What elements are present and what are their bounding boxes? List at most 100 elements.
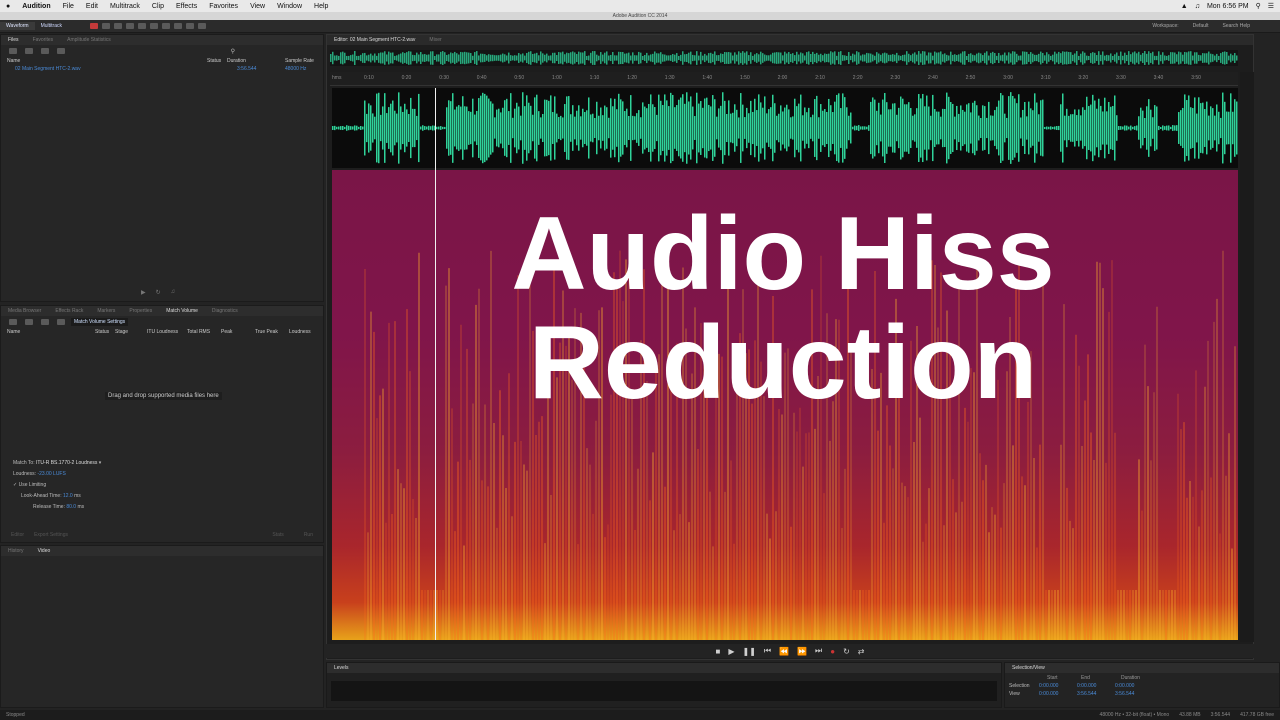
menu-help[interactable]: Help: [308, 3, 334, 10]
workspace-select[interactable]: Default: [1193, 23, 1209, 29]
overview-waveform[interactable]: [330, 50, 1238, 66]
sv-selection-start[interactable]: 0:00.000: [1039, 683, 1077, 689]
pause-icon[interactable]: ❚❚: [743, 647, 756, 656]
marquee-tool-icon[interactable]: [162, 23, 171, 29]
file-row[interactable]: 02 Main Segment HTC-2.wav 3:56.544 48000…: [1, 65, 323, 73]
time-ruler[interactable]: hms 0:10 0:20 0:30 0:40 0:50 1:00 1:10 1:20 1:30…: [330, 72, 1238, 86]
col-mv-peak[interactable]: Peak: [221, 329, 255, 335]
col-mv-itu-loudness[interactable]: ITU Loudness: [147, 329, 187, 335]
loop-icon[interactable]: ↻: [843, 647, 850, 656]
tab-files[interactable]: Files: [1, 37, 26, 43]
tab-favorites[interactable]: Favorites: [26, 37, 61, 43]
tab-levels[interactable]: Levels: [327, 665, 355, 671]
col-mv-true-peak[interactable]: True Peak: [255, 329, 289, 335]
tab-history[interactable]: History: [1, 548, 31, 554]
remove-files-icon[interactable]: [25, 319, 33, 325]
col-mv-stage[interactable]: Stage: [115, 329, 147, 335]
col-sample-rate[interactable]: Sample Rate: [285, 58, 314, 64]
use-limiting-checkbox[interactable]: Use Limiting: [19, 482, 47, 488]
lasso-tool-icon[interactable]: [174, 23, 183, 29]
tab-properties[interactable]: Properties: [122, 308, 159, 314]
sv-view-start[interactable]: 0:00.000: [1039, 691, 1077, 697]
tab-selection-view[interactable]: Selection/View: [1005, 665, 1052, 671]
tab-media-browser[interactable]: Media Browser: [1, 308, 48, 314]
search-help-field[interactable]: Search Help: [1222, 23, 1250, 29]
fast-forward-icon[interactable]: ⏩: [797, 647, 807, 656]
rewind-icon[interactable]: ⏪: [779, 647, 789, 656]
menu-app-audition[interactable]: Audition: [16, 3, 56, 10]
loudness-value[interactable]: -23.00 LUFS: [37, 471, 65, 477]
vertical-scrollbar[interactable]: [1240, 72, 1254, 642]
menu-edit[interactable]: Edit: [80, 3, 104, 10]
tab-diagnostics[interactable]: Diagnostics: [205, 308, 245, 314]
sv-view-end[interactable]: 3:56.544: [1077, 691, 1115, 697]
tab-effects-rack[interactable]: Effects Rack: [48, 308, 90, 314]
notification-icon[interactable]: ☰: [1268, 2, 1274, 10]
new-file-icon[interactable]: [41, 48, 49, 54]
loop-preview-icon[interactable]: ↻: [156, 289, 161, 296]
slip-tool-icon[interactable]: [138, 23, 147, 29]
chevron-down-icon[interactable]: ▾: [99, 460, 102, 466]
play-preview-icon[interactable]: ▶: [141, 289, 146, 296]
lookahead-value[interactable]: 12.0: [63, 493, 73, 499]
editor-link[interactable]: Editor: [11, 532, 24, 538]
menu-view[interactable]: View: [244, 3, 271, 10]
brush-tool-icon[interactable]: [186, 23, 195, 29]
skip-end-icon[interactable]: ⏭: [815, 646, 822, 656]
volume-icon[interactable]: ♫: [1195, 3, 1200, 10]
wifi-icon[interactable]: ▲: [1181, 3, 1188, 10]
import-file-icon[interactable]: [25, 48, 33, 54]
skip-start-icon[interactable]: ⏮: [764, 646, 771, 656]
menu-effects[interactable]: Effects: [170, 3, 203, 10]
spectral-frequency-icon[interactable]: [90, 23, 99, 29]
release-value[interactable]: 80.0: [66, 504, 76, 510]
col-mv-total-rms[interactable]: Total RMS: [187, 329, 221, 335]
spot-healing-icon[interactable]: [198, 23, 207, 29]
menu-favorites[interactable]: Favorites: [203, 3, 244, 10]
sv-selection-end[interactable]: 0:00.000: [1077, 683, 1115, 689]
multitrack-mode-button[interactable]: Multitrack: [35, 22, 68, 30]
waveform-display[interactable]: [332, 88, 1238, 168]
col-status[interactable]: Status: [207, 58, 227, 64]
search-icon[interactable]: ⚲: [231, 48, 235, 55]
spectral-pitch-icon[interactable]: [102, 23, 111, 29]
razor-tool-icon[interactable]: [126, 23, 135, 29]
spotlight-search-icon[interactable]: ⚲: [1256, 2, 1261, 10]
menu-window[interactable]: Window: [271, 3, 308, 10]
stop-icon[interactable]: ■: [716, 647, 721, 656]
apple-icon[interactable]: ●: [0, 3, 16, 10]
checkbox-icon[interactable]: ✓: [13, 482, 17, 488]
tab-editor-file[interactable]: Editor: 02 Main Segment HTC-2.wav: [327, 37, 422, 43]
col-duration[interactable]: Duration: [227, 58, 285, 64]
match-volume-settings-icon[interactable]: [57, 319, 65, 325]
sv-selection-duration[interactable]: 0:00.000: [1115, 683, 1134, 689]
open-file-icon[interactable]: [9, 48, 17, 54]
col-name[interactable]: Name: [7, 58, 207, 64]
skip-selection-icon[interactable]: ⇄: [858, 647, 865, 656]
open-icon[interactable]: [41, 319, 49, 325]
stats-button[interactable]: Stats: [272, 532, 283, 538]
menu-file[interactable]: File: [57, 3, 80, 10]
col-mv-loudness[interactable]: Loudness: [289, 329, 311, 335]
waveform-mode-button[interactable]: Waveform: [0, 22, 35, 30]
tab-match-volume[interactable]: Match Volume: [159, 308, 205, 314]
move-tool-icon[interactable]: [114, 23, 123, 29]
sv-view-duration[interactable]: 3:56.544: [1115, 691, 1134, 697]
save-icon[interactable]: [57, 48, 65, 54]
time-selection-tool-icon[interactable]: [150, 23, 159, 29]
menu-clip[interactable]: Clip: [146, 3, 170, 10]
tab-markers[interactable]: Markers: [90, 308, 122, 314]
col-mv-status[interactable]: Status: [95, 329, 115, 335]
tab-amplitude-statistics[interactable]: Amplitude Statistics: [60, 37, 118, 43]
add-files-icon[interactable]: [9, 319, 17, 325]
tab-video[interactable]: Video: [31, 548, 58, 554]
play-icon[interactable]: ▶: [728, 647, 734, 656]
export-settings-link[interactable]: Export Settings: [34, 532, 68, 538]
col-mv-name[interactable]: Name: [7, 329, 95, 335]
record-icon[interactable]: ●: [830, 647, 835, 656]
autoplay-icon[interactable]: ♫: [171, 289, 176, 296]
tab-mixer[interactable]: Mixer: [422, 37, 448, 43]
menu-multitrack[interactable]: Multitrack: [104, 3, 146, 10]
run-button[interactable]: Run: [304, 532, 313, 538]
match-to-select[interactable]: ITU-R BS.1770-2 Loudness: [36, 460, 97, 466]
